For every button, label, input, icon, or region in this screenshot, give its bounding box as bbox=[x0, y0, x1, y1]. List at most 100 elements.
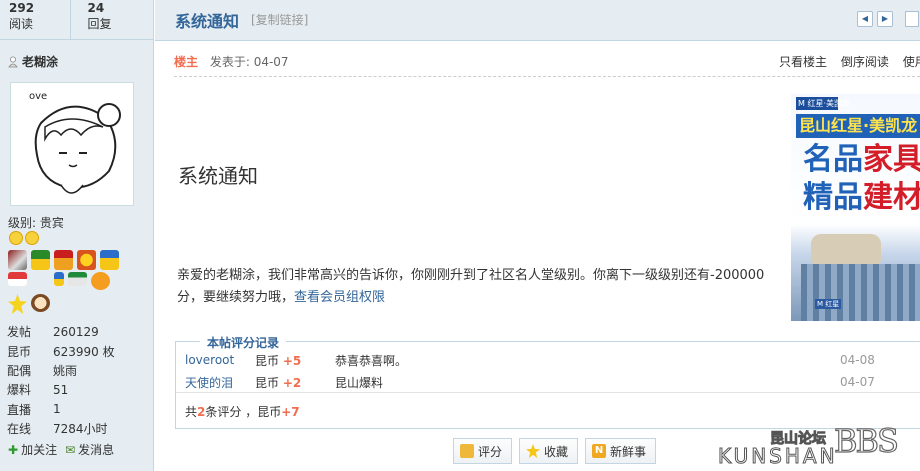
rating-currency: 昆币 +2 bbox=[255, 374, 335, 391]
views-count: 292 bbox=[9, 1, 35, 15]
prev-thread-button[interactable]: ◀ bbox=[857, 11, 873, 27]
ad-line-2: 精品建材 bbox=[803, 180, 920, 216]
group-permission-link[interactable]: 查看会员组权限 bbox=[294, 290, 385, 305]
medal-icon[interactable] bbox=[8, 250, 27, 270]
profile-key: 配偶 bbox=[7, 363, 32, 378]
rating-separator bbox=[176, 392, 920, 393]
profile-value: 260129 bbox=[53, 324, 99, 339]
stat-views: 292 阅读 bbox=[0, 0, 70, 39]
medal-icon[interactable] bbox=[91, 272, 110, 290]
smiley-icon bbox=[25, 231, 39, 245]
profile-value: 51 bbox=[53, 382, 69, 397]
favorite-button[interactable]: 收藏 bbox=[519, 438, 579, 464]
copy-link[interactable]: [复制链接] bbox=[251, 11, 308, 28]
post-links: 只看楼主 倒序阅读 使用 bbox=[779, 53, 920, 70]
meta-divider bbox=[174, 76, 920, 77]
total-amount: +7 bbox=[281, 405, 300, 419]
rate-button[interactable]: 评分 bbox=[453, 438, 513, 464]
medal-icon[interactable] bbox=[8, 272, 27, 286]
next-thread-button[interactable]: ▶ bbox=[877, 11, 893, 27]
thumbs-up-icon bbox=[460, 444, 474, 458]
medal-icon[interactable] bbox=[31, 272, 50, 292]
post-heading: 系统通知 bbox=[178, 164, 258, 188]
rating-currency-label: 昆币 bbox=[255, 353, 280, 368]
post-message: 亲爱的老糊涂，我们非常高兴的告诉你，你刚刚升到了社区名人堂级别。你离下一级级别还… bbox=[177, 265, 777, 309]
watermark-en: KUNSHAN bbox=[718, 444, 838, 469]
ad-line-2-a: 精品 bbox=[803, 180, 863, 215]
ad-logo: M 红星·美凯龙 bbox=[796, 97, 850, 110]
rating-amount: +5 bbox=[282, 353, 302, 368]
arrow-right-icon: ▶ bbox=[881, 14, 889, 23]
rating-reason: 昆山爆料 bbox=[335, 375, 384, 390]
ad-line-1-a: 名品 bbox=[803, 142, 863, 177]
profile-row-online: 在线 7284小时 bbox=[7, 419, 115, 438]
avatar-caption: ove bbox=[29, 91, 47, 102]
rating-date: 04-08 bbox=[840, 353, 875, 367]
reverse-order-link[interactable]: 倒序阅读 bbox=[841, 55, 889, 69]
fresh-news-label: 新鲜事 bbox=[610, 444, 647, 459]
profile-key: 发帖 bbox=[7, 325, 32, 340]
message-text: 亲爱的老糊涂，我们非常高兴的告诉你，你刚刚升到了社区名人堂级别。你离下一级级别还… bbox=[177, 268, 765, 305]
watermark-bbs: BBS bbox=[833, 421, 899, 460]
thread-header: 系统通知 [复制链接] ◀ ▶ bbox=[155, 0, 920, 41]
rating-user[interactable]: 天使的泪 bbox=[185, 374, 255, 391]
forum-watermark: 昆山论坛 BBS KUNSHAN bbox=[716, 418, 920, 471]
rating-currency-label: 昆币 bbox=[255, 375, 280, 390]
fresh-news-button[interactable]: N 新鲜事 bbox=[585, 438, 657, 464]
post-action-buttons: 评分 收藏 N 新鲜事 bbox=[453, 438, 657, 464]
medal-icon[interactable] bbox=[54, 250, 73, 270]
send-message-button[interactable]: ✉ 发消息 bbox=[65, 441, 114, 458]
advertisement-banner[interactable]: M 红星·美凯龙 昆山红星·美凯龙 名品家具 精品建材 M 红星 bbox=[791, 94, 920, 321]
thread-stats: 292 阅读 24 回复 bbox=[0, 0, 153, 40]
level-stars bbox=[9, 231, 39, 245]
only-author-link[interactable]: 只看楼主 bbox=[779, 55, 827, 69]
profile-info: 发帖 260129 昆币 623990 枚 配偶 姚雨 爆料 51 直播 1 在线 7284… bbox=[7, 322, 115, 438]
rating-total: 共2条评分 ，昆币+7 bbox=[185, 403, 300, 420]
print-button[interactable] bbox=[905, 11, 919, 27]
use-link[interactable]: 使用 bbox=[903, 55, 920, 69]
follow-button[interactable]: ✚ 加关注 bbox=[8, 441, 57, 458]
floor-badge: 楼主 bbox=[174, 55, 199, 69]
stat-replies: 24 回复 bbox=[69, 0, 153, 39]
medal-icon[interactable] bbox=[100, 250, 119, 270]
rating-row: loveroot 昆币 +5 恭喜恭喜啊。 04-08 bbox=[185, 349, 920, 371]
medal-list bbox=[8, 250, 128, 314]
avatar[interactable]: ove bbox=[10, 82, 134, 206]
rating-user[interactable]: loveroot bbox=[185, 353, 255, 367]
rating-records: 本帖评分记录 loveroot 昆币 +5 恭喜恭喜啊。 04-08 天使的泪 … bbox=[175, 334, 920, 429]
profile-row-spouse: 配偶 姚雨 bbox=[7, 361, 115, 380]
profile-row-live: 直播 1 bbox=[7, 400, 115, 419]
medal-icon[interactable] bbox=[8, 294, 27, 314]
ad-building-image bbox=[801, 264, 920, 321]
medal-icon[interactable] bbox=[77, 250, 96, 270]
ad-tag: M 红星 bbox=[815, 299, 841, 309]
profile-value: 7284小时 bbox=[53, 422, 108, 437]
envelope-icon: ✉ bbox=[65, 442, 76, 457]
views-label: 阅读 bbox=[9, 17, 34, 31]
rating-row: 天使的泪 昆币 +2 昆山爆料 04-07 bbox=[185, 371, 920, 393]
medal-icon[interactable] bbox=[54, 272, 64, 286]
rate-label: 评分 bbox=[478, 444, 503, 459]
profile-row-coins: 昆币 623990 枚 bbox=[7, 341, 115, 360]
ad-brand: 昆山红星·美凯龙 bbox=[796, 114, 920, 138]
total-mid: 条评分 ，昆币 bbox=[205, 405, 282, 419]
author-name[interactable]: 老糊涂 bbox=[22, 53, 58, 70]
medal-icon[interactable] bbox=[31, 250, 50, 270]
ad-line-2-b: 建材 bbox=[863, 180, 920, 215]
author-actions: ✚ 加关注 ✉ 发消息 bbox=[8, 441, 114, 458]
follow-label: 加关注 bbox=[21, 443, 58, 457]
post-date: 发表于: 04-07 bbox=[209, 55, 289, 69]
rating-date: 04-07 bbox=[840, 375, 875, 389]
news-icon: N bbox=[592, 444, 607, 458]
rating-reason: 恭喜恭喜啊。 bbox=[335, 353, 408, 368]
plus-icon: ✚ bbox=[8, 442, 19, 457]
user-online-icon bbox=[8, 56, 18, 67]
medal-icon[interactable] bbox=[68, 272, 87, 286]
medal-icon[interactable] bbox=[31, 294, 50, 312]
profile-value: 姚雨 bbox=[53, 363, 78, 378]
replies-label: 回复 bbox=[87, 17, 112, 31]
total-prefix: 共 bbox=[185, 405, 198, 419]
ad-line-1-b: 家具 bbox=[863, 142, 920, 177]
ad-sofa-image bbox=[811, 234, 881, 264]
author-name-row[interactable]: 老糊涂 bbox=[8, 53, 58, 70]
